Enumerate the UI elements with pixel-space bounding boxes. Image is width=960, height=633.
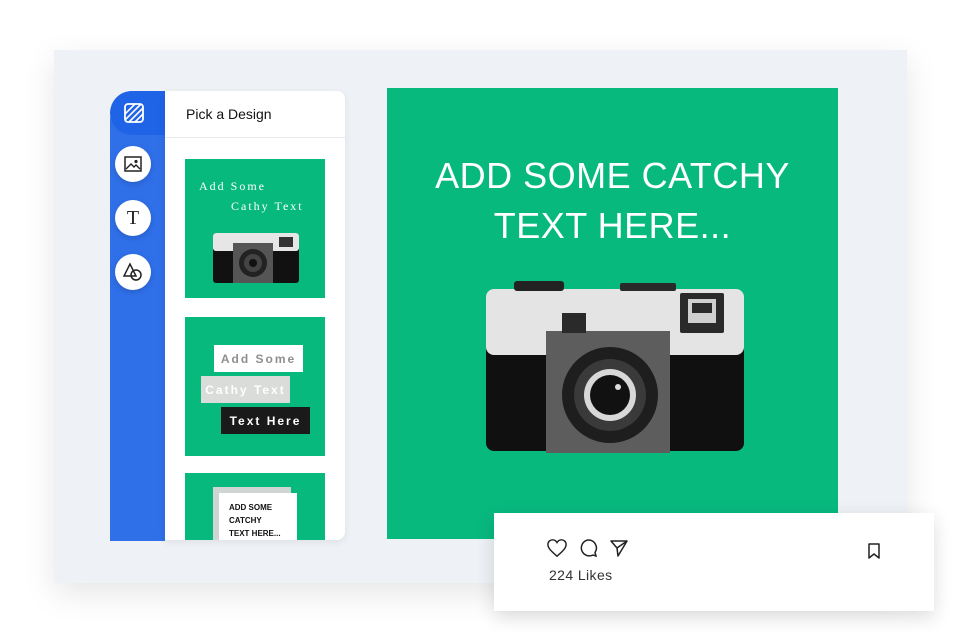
likes-count: 224 Likes [549,567,613,583]
design-template-3[interactable]: ADD SOME CATCHY TEXT HERE... [185,473,325,540]
template-2-line3: Text Here [221,407,310,434]
image-icon [124,156,142,172]
tool-shapes-button[interactable] [115,254,151,290]
template-2-line1: Add Some [214,345,303,372]
template-3-card: ADD SOME CATCHY TEXT HERE... [219,493,297,540]
template-1-line1: Add Some [199,179,266,193]
camera-image [213,233,299,283]
template-1-line2: Cathy Text [231,199,304,213]
camera-image [486,281,744,453]
tool-designs-active[interactable] [110,91,165,135]
design-template-1[interactable]: Add Some Cathy Text [185,159,325,298]
template-3-line3: TEXT HERE... [229,529,281,538]
bookmark-icon[interactable] [866,542,882,560]
share-icon[interactable] [609,538,629,558]
preview-headline: ADD SOME CATCHY TEXT HERE... [387,151,838,251]
design-template-2[interactable]: Add Some Cathy Text Text Here [185,317,325,456]
heart-icon[interactable] [546,538,568,558]
post-actions-bar: 224 Likes [494,513,934,611]
text-icon: T [126,206,140,229]
template-3-line2: CATCHY [229,516,262,525]
panel-title: Pick a Design [165,91,345,138]
template-2-line2: Cathy Text [201,376,290,403]
tool-image-button[interactable] [115,146,151,182]
post-preview[interactable]: ADD SOME CATCHY TEXT HERE... [387,88,838,539]
design-panel: Pick a Design Add Some Cathy Text Add So… [165,91,345,540]
comment-icon[interactable] [578,538,598,558]
headline-line2: TEXT HERE... [493,205,732,246]
shapes-icon [122,262,142,281]
layers-icon [124,103,144,123]
tool-text-button[interactable]: T [115,200,151,236]
headline-line1: ADD SOME CATCHY [435,155,790,196]
template-3-line1: ADD SOME [229,503,273,512]
